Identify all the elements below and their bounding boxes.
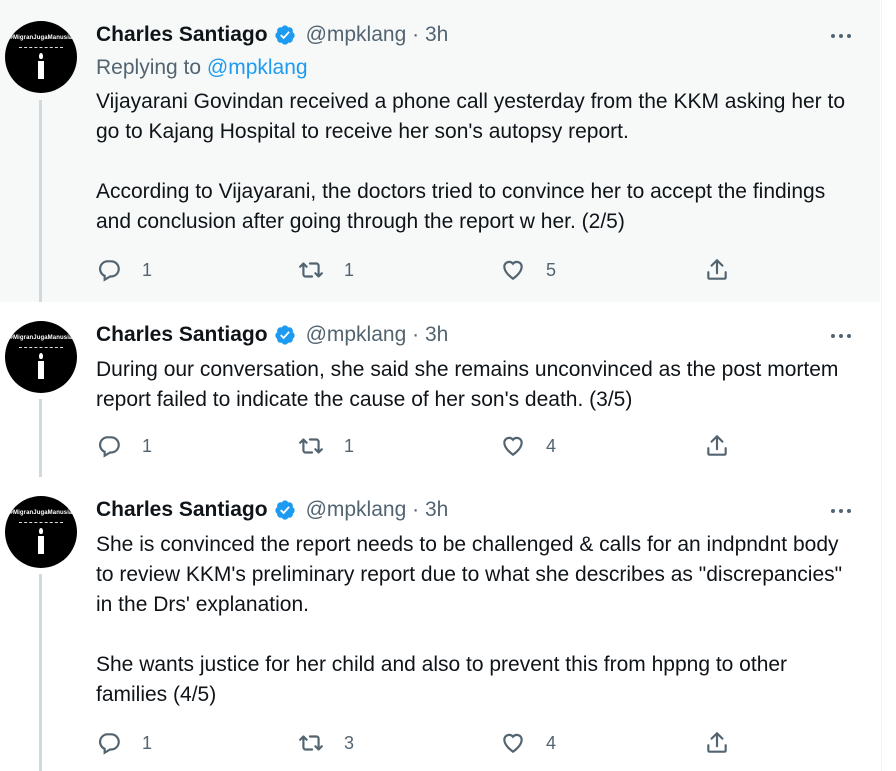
- candle-icon: [38, 61, 44, 79]
- heart-icon: [503, 436, 523, 456]
- like-count: 4: [546, 435, 557, 456]
- timeline-border: [881, 0, 882, 771]
- like-button[interactable]: 5: [500, 255, 556, 285]
- verified-badge-icon: [274, 500, 295, 520]
- retweet-button[interactable]: 3: [298, 728, 354, 758]
- replying-to: Replying to @mpklang: [96, 56, 308, 80]
- tweet-actions: 1 1 4: [96, 431, 756, 461]
- replying-to-link[interactable]: @mpklang: [207, 56, 308, 79]
- heart-icon: [503, 260, 523, 280]
- tweet-paragraph: She is convinced the report needs to be …: [96, 533, 843, 616]
- thread-line: [39, 399, 42, 477]
- candle-flame-icon: [39, 53, 43, 59]
- tweet-text: She is convinced the report needs to be …: [96, 530, 856, 710]
- avatar-divider: [19, 522, 63, 524]
- reply-icon: [98, 260, 120, 282]
- like-count: 4: [546, 732, 557, 753]
- candle-flame-icon: [39, 528, 43, 534]
- reply-count: 1: [142, 732, 153, 753]
- handle-text: @mpklang: [305, 23, 407, 46]
- tweet[interactable]: #MigranJugaManusia Charles Santiago @mpk…: [0, 302, 880, 477]
- avatar[interactable]: #MigranJugaManusia: [5, 21, 77, 93]
- avatar-hashtag: #MigranJugaManusia: [9, 510, 73, 516]
- author-handle[interactable]: @mpklang · 3h: [306, 323, 449, 347]
- tweet-header: Charles Santiago @mpklang · 3h: [96, 497, 448, 523]
- tweet-paragraph: During our conversation, she said she re…: [96, 358, 839, 411]
- share-icon: [707, 435, 727, 456]
- reply-count: 1: [142, 435, 153, 456]
- verified-badge-icon: [274, 325, 295, 345]
- tweet-header: Charles Santiago @mpklang · 3h: [96, 22, 448, 48]
- tweet-actions: 1 1 5: [96, 255, 756, 285]
- tweet-header: Charles Santiago @mpklang · 3h: [96, 322, 448, 348]
- retweet-count: 3: [344, 732, 355, 753]
- retweet-icon: [299, 438, 323, 454]
- author-name[interactable]: Charles Santiago: [96, 323, 268, 347]
- separator: ·: [412, 323, 420, 346]
- share-button[interactable]: [704, 728, 730, 758]
- share-icon: [707, 259, 727, 280]
- handle-text: @mpklang: [305, 323, 407, 346]
- avatar[interactable]: #MigranJugaManusia: [5, 496, 77, 568]
- tweet-text: Vijayarani Govindan received a phone cal…: [96, 87, 856, 237]
- tweet-actions: 1 3 4: [96, 728, 756, 758]
- reply-count: 1: [142, 259, 153, 280]
- author-handle[interactable]: @mpklang · 3h: [306, 498, 449, 522]
- share-icon: [707, 732, 727, 753]
- tweet-time[interactable]: 3h: [425, 498, 448, 521]
- like-button[interactable]: 4: [500, 431, 556, 461]
- more-options-button[interactable]: [826, 26, 856, 46]
- avatar-hashtag: #MigranJugaManusia: [9, 335, 73, 341]
- tweet-paragraph: She wants justice for her child and also…: [96, 653, 788, 706]
- reply-icon: [98, 733, 120, 755]
- author-handle[interactable]: @mpklang · 3h: [306, 23, 449, 47]
- retweet-icon: [299, 262, 323, 278]
- separator: ·: [412, 498, 420, 521]
- more-icon: [831, 34, 851, 38]
- retweet-count: 1: [344, 259, 355, 280]
- more-icon: [831, 509, 851, 513]
- avatar-divider: [19, 47, 63, 49]
- tweet-paragraph: Vijayarani Govindan received a phone cal…: [96, 90, 846, 143]
- replying-prefix: Replying to: [96, 56, 202, 79]
- candle-icon: [38, 361, 44, 379]
- retweet-icon: [299, 735, 323, 751]
- more-options-button[interactable]: [826, 501, 856, 521]
- share-button[interactable]: [704, 255, 730, 285]
- thread-line: [39, 574, 42, 771]
- candle-icon: [38, 536, 44, 554]
- share-button[interactable]: [704, 431, 730, 461]
- retweet-count: 1: [344, 435, 355, 456]
- like-count: 5: [546, 259, 557, 280]
- tweet-text: During our conversation, she said she re…: [96, 355, 856, 415]
- handle-text: @mpklang: [305, 498, 407, 521]
- tweet-paragraph: According to Vijayarani, the doctors tri…: [96, 180, 826, 233]
- more-icon: [831, 334, 851, 338]
- thread-line: [39, 100, 42, 302]
- reply-icon: [98, 436, 120, 458]
- heart-icon: [503, 733, 523, 753]
- reply-button[interactable]: 1: [96, 728, 152, 758]
- tweet[interactable]: #MigranJugaManusia Charles Santiago @mpk…: [0, 0, 880, 302]
- avatar-hashtag: #MigranJugaManusia: [9, 35, 73, 41]
- verified-badge-icon: [274, 25, 295, 45]
- reply-button[interactable]: 1: [96, 255, 152, 285]
- tweet-time[interactable]: 3h: [425, 323, 448, 346]
- retweet-button[interactable]: 1: [298, 255, 354, 285]
- author-name[interactable]: Charles Santiago: [96, 23, 268, 47]
- tweet-time[interactable]: 3h: [425, 23, 448, 46]
- avatar-divider: [19, 347, 63, 349]
- author-name[interactable]: Charles Santiago: [96, 498, 268, 522]
- more-options-button[interactable]: [826, 326, 856, 346]
- tweet[interactable]: #MigranJugaManusia Charles Santiago @mpk…: [0, 477, 880, 771]
- retweet-button[interactable]: 1: [298, 431, 354, 461]
- like-button[interactable]: 4: [500, 728, 556, 758]
- avatar[interactable]: #MigranJugaManusia: [5, 321, 77, 393]
- reply-button[interactable]: 1: [96, 431, 152, 461]
- candle-flame-icon: [39, 353, 43, 359]
- separator: ·: [412, 23, 420, 46]
